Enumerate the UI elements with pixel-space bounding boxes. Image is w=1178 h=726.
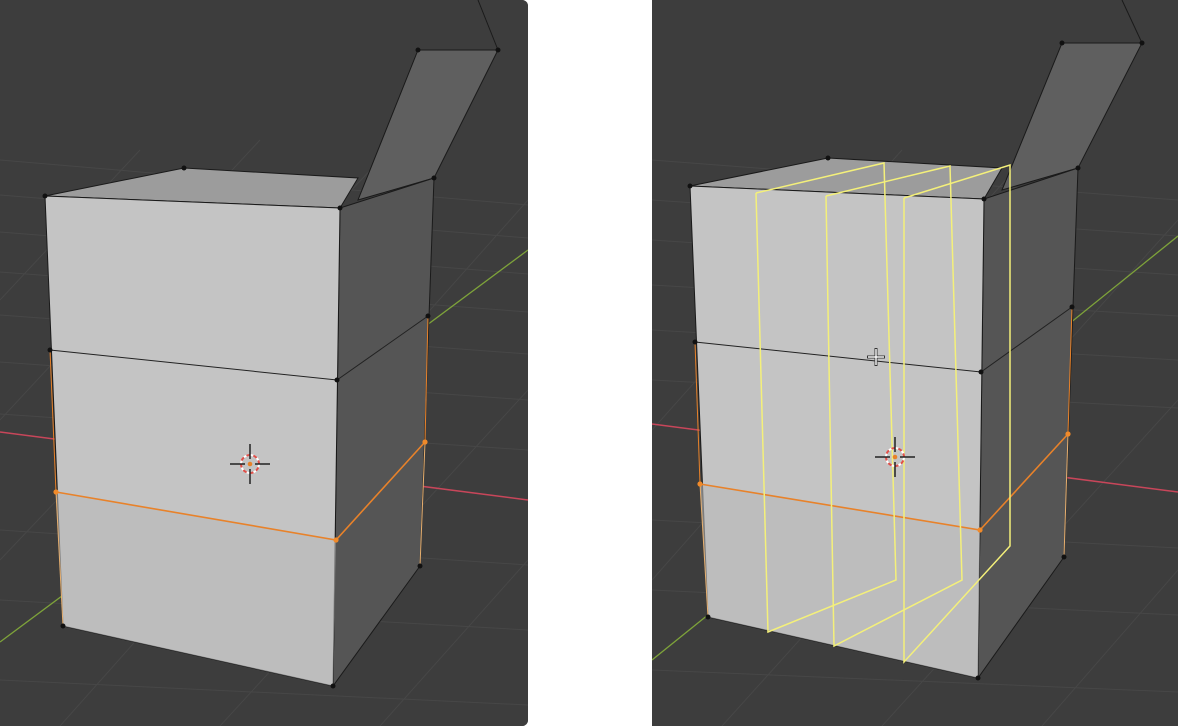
viewport-left[interactable] — [0, 0, 528, 726]
viewport-right[interactable] — [652, 0, 1178, 726]
viewport-left-canvas[interactable] — [0, 0, 528, 726]
viewport-right-canvas[interactable] — [652, 0, 1178, 726]
